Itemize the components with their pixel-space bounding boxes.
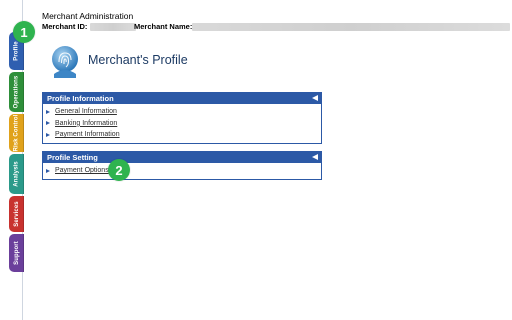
profile-information-title: Profile Information (47, 94, 114, 103)
page-title: Merchant's Profile (88, 53, 188, 67)
bullet-arrow-icon (46, 109, 50, 114)
profile-information-header[interactable]: Profile Information (43, 93, 321, 104)
callout-badge-1: 1 (13, 21, 35, 43)
list-item: Payment Information (46, 129, 321, 141)
profile-information-panel: Profile Information General Information … (42, 92, 322, 144)
callout-badge-2: 2 (108, 159, 130, 181)
payment-options-link[interactable]: Payment Options (55, 167, 109, 174)
fingerprint-icon (52, 46, 78, 78)
tab-risk-control[interactable]: Risk Control (9, 114, 24, 152)
merchant-name-label: Merchant Name: (134, 22, 193, 31)
list-item: Payment Options (46, 165, 321, 177)
bullet-arrow-icon (46, 121, 50, 126)
tab-profile-label: Profile (13, 41, 20, 61)
tab-support-label: Support (13, 241, 20, 265)
profile-setting-panel: Profile Setting Payment Options (42, 151, 322, 180)
bullet-arrow-icon (46, 168, 50, 173)
list-item: Banking Information (46, 118, 321, 130)
tab-support[interactable]: Support (9, 234, 24, 272)
tab-services[interactable]: Services (9, 196, 24, 232)
vertical-tab-bar: Profile Operations Risk Control Analysis… (0, 0, 24, 320)
collapse-arrow-icon[interactable] (312, 154, 318, 160)
collapse-arrow-icon[interactable] (312, 95, 318, 101)
tab-operations[interactable]: Operations (9, 72, 24, 112)
general-information-link[interactable]: General Information (55, 108, 117, 115)
merchant-id-label: Merchant ID: (42, 22, 88, 31)
profile-setting-header[interactable]: Profile Setting (43, 152, 321, 163)
tab-risk-control-label: Risk Control (13, 114, 20, 152)
app-title: Merchant Administration (42, 11, 134, 21)
bullet-arrow-icon (46, 132, 50, 137)
list-item: General Information (46, 106, 321, 118)
tab-analysis[interactable]: Analysis (9, 154, 24, 194)
tab-analysis-label: Analysis (13, 161, 20, 187)
merchant-name-value-redacted (192, 23, 510, 31)
profile-setting-title: Profile Setting (47, 153, 98, 162)
merchant-info-bar: Merchant ID: Merchant Name: (42, 22, 512, 33)
tab-operations-label: Operations (13, 75, 20, 109)
merchant-id-value-redacted (90, 23, 136, 31)
tab-services-label: Services (13, 201, 20, 227)
payment-information-link[interactable]: Payment Information (55, 131, 120, 138)
banking-information-link[interactable]: Banking Information (55, 120, 117, 127)
